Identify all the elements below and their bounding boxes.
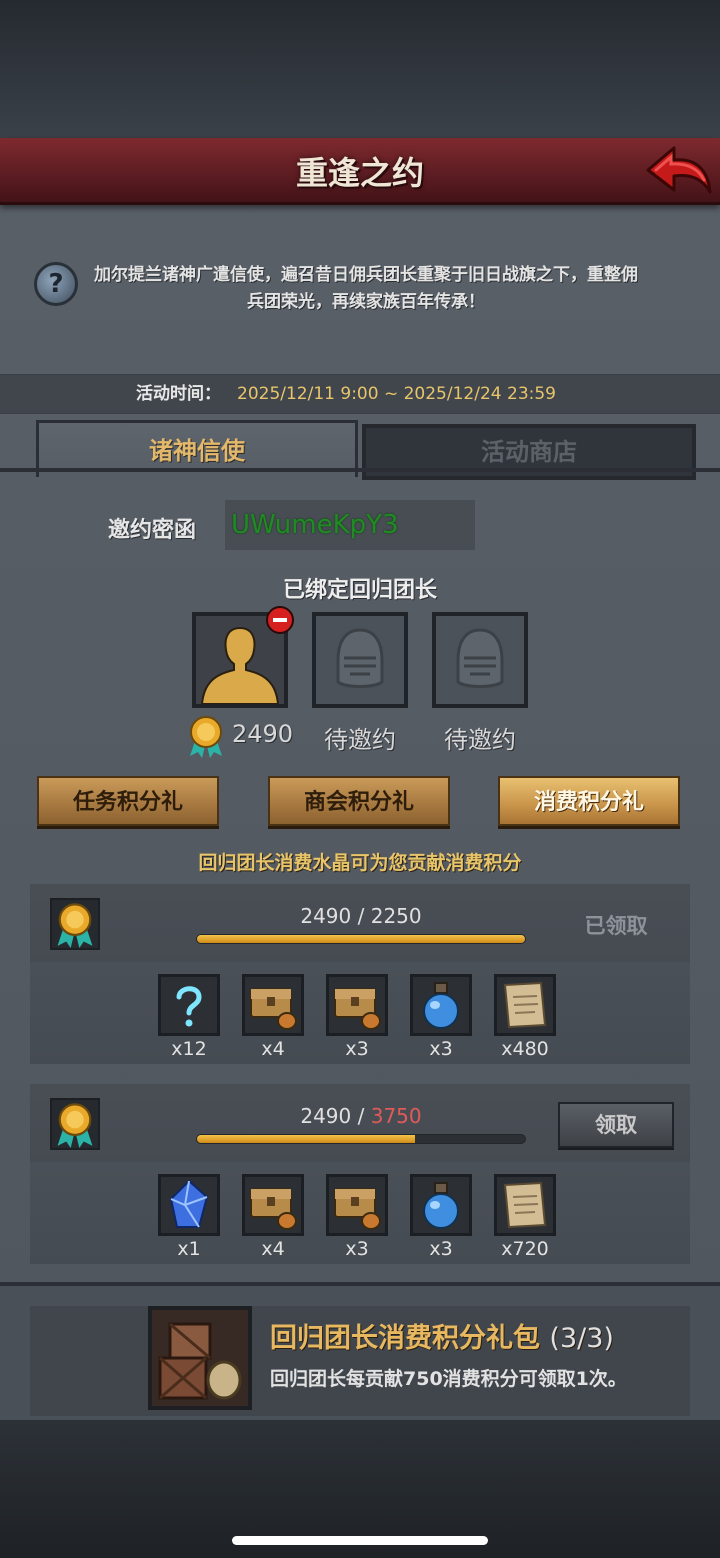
invite-code-field[interactable]: UWumeKpY3 [225, 500, 475, 550]
event-time-bar: 活动时间： 2025/12/11 9:00 ~ 2025/12/24 23:59 [0, 374, 720, 414]
tier-progress-fill [197, 1135, 415, 1143]
mystery-scroll-icon [176, 986, 202, 1027]
task-points-gift-button[interactable]: 任务积分礼 [37, 776, 219, 826]
event-time-value: 2025/12/11 9:00 ~ 2025/12/24 23:59 [237, 384, 556, 404]
item-quantity: x4 [261, 1038, 285, 1060]
tier-progress-bar [196, 1134, 526, 1144]
remove-icon[interactable] [266, 606, 294, 634]
tier-target: 3750 [370, 1104, 422, 1128]
tier-medal [50, 898, 100, 950]
empty-slot-1[interactable] [312, 612, 408, 708]
invite-label: 邀约密函 [108, 518, 197, 543]
event-time-label: 活动时间： [136, 384, 221, 404]
knight-helmet-icon [456, 628, 504, 688]
item-slot [158, 1174, 220, 1236]
item-quantity: x3 [345, 1238, 369, 1260]
treasure-chest-icon [334, 1188, 381, 1230]
reward-tier-card: 2490 / 2250 已领取 x12 x4 x3 x3 x480 [30, 884, 690, 1064]
reward-items: x12 x4 x3 x3 x480 [158, 974, 578, 1060]
gift-pack-title: 回归团长消费积分礼包 (3/3) [270, 1316, 614, 1355]
tier-progress-text: 2490 / 2250 [300, 904, 422, 928]
treasure-chest-icon [250, 1188, 297, 1230]
item-slot [494, 974, 556, 1036]
event-panel: 重逢之约 ? 加尔提兰诸神广遣信使，遍召昔日佣兵团长重聚于旧日战旗之下，重整佣兵… [0, 138, 720, 1424]
reward-items: x1 x4 x3 x3 x720 [158, 1174, 578, 1260]
item-slot [326, 1174, 388, 1236]
top-background [0, 0, 720, 140]
page-title: 重逢之约 [295, 154, 424, 192]
item-quantity: x3 [429, 1038, 453, 1060]
reward-item[interactable]: x3 [410, 974, 472, 1060]
item-quantity: x720 [501, 1238, 549, 1260]
tier-target: 2250 [370, 904, 422, 928]
blue-crystal-icon [169, 1179, 209, 1228]
empty-slot-2[interactable] [432, 612, 528, 708]
event-description: ? 加尔提兰诸神广遣信使，遍召昔日佣兵团长重聚于旧日战旗之下，重整佣兵团荣光，再… [30, 248, 690, 328]
item-quantity: x480 [501, 1038, 549, 1060]
blue-potion-icon [423, 982, 459, 1029]
gift-pack-description: 回归团长每贡献750消费积分可领取1次。 [270, 1368, 627, 1390]
item-quantity: x4 [261, 1238, 285, 1260]
parchment-icon [503, 1181, 547, 1229]
reward-item[interactable]: x480 [494, 974, 556, 1060]
reward-item[interactable]: x720 [494, 1174, 556, 1260]
blue-potion-icon [423, 1182, 459, 1229]
guild-points-gift-button[interactable]: 商会积分礼 [268, 776, 450, 826]
hint-text: 回归团长消费水晶可为您贡献消费积分 [198, 852, 522, 874]
pending-label: 待邀约 [444, 726, 516, 754]
item-slot [242, 974, 304, 1036]
help-icon[interactable]: ? [34, 262, 78, 306]
parchment-icon [503, 981, 547, 1029]
reward-item[interactable]: x4 [242, 1174, 304, 1260]
pending-label: 待邀约 [324, 726, 396, 754]
bound-leaders-title: 已绑定回归团长 [282, 578, 437, 603]
back-arrow-icon[interactable] [644, 142, 714, 198]
gift-pack-slot [148, 1306, 252, 1410]
home-indicator[interactable] [232, 1536, 488, 1545]
claim-button[interactable]: 领取 [558, 1102, 674, 1148]
gift-pack-count: (3/3) [549, 1323, 614, 1354]
reward-item[interactable]: x1 [158, 1174, 220, 1260]
medal-icon [57, 1103, 93, 1148]
item-quantity: x3 [429, 1238, 453, 1260]
tab-divider [0, 468, 720, 472]
supply-crates-icon [158, 1322, 242, 1400]
tier-progress-fill [197, 935, 525, 943]
item-quantity: x3 [345, 1038, 369, 1060]
item-slot [242, 1174, 304, 1236]
medal-icon [190, 716, 222, 758]
description-text: 加尔提兰诸神广遣信使，遍召昔日佣兵团长重聚于旧日战旗之下，重整佣兵团荣光，再续家… [94, 265, 638, 312]
medal-icon [57, 903, 93, 948]
tier-progress-bar [196, 934, 526, 944]
gift-pack-card[interactable]: 回归团长消费积分礼包 (3/3) 回归团长每贡献750消费积分可领取1次。 [30, 1306, 690, 1416]
item-slot [410, 974, 472, 1036]
item-quantity: x1 [177, 1238, 201, 1260]
item-slot [158, 974, 220, 1036]
tier-progress-text: 2490 / 3750 [300, 1104, 422, 1128]
claimed-label: 已领取 [584, 914, 648, 938]
knight-helmet-icon [336, 628, 384, 688]
tier-medal [50, 1098, 100, 1150]
reward-item[interactable]: x3 [326, 1174, 388, 1260]
item-slot [326, 974, 388, 1036]
reward-item[interactable]: x12 [158, 974, 220, 1060]
reward-item[interactable]: x3 [410, 1174, 472, 1260]
tier-current: 2490 [300, 1104, 352, 1128]
leader-score: 2490 [232, 720, 294, 748]
treasure-chest-icon [334, 988, 381, 1030]
reward-item[interactable]: x4 [242, 974, 304, 1060]
item-slot [494, 1174, 556, 1236]
gift-pack-name: 回归团长消费积分礼包 [270, 1323, 540, 1354]
item-quantity: x12 [171, 1038, 207, 1060]
spend-points-gift-button[interactable]: 消费积分礼 [498, 776, 680, 826]
treasure-chest-icon [250, 988, 297, 1030]
reward-tier-card: 2490 / 3750 领取 x1 x4 x3 x3 x720 [30, 1084, 690, 1264]
item-slot [410, 1174, 472, 1236]
tier-current: 2490 [300, 904, 352, 928]
title-bar: 重逢之约 [0, 138, 720, 205]
gift-pack-section: 回归团长消费积分礼包 (3/3) 回归团长每贡献750消费积分可领取1次。 [0, 1282, 720, 1424]
reward-item[interactable]: x3 [326, 974, 388, 1060]
